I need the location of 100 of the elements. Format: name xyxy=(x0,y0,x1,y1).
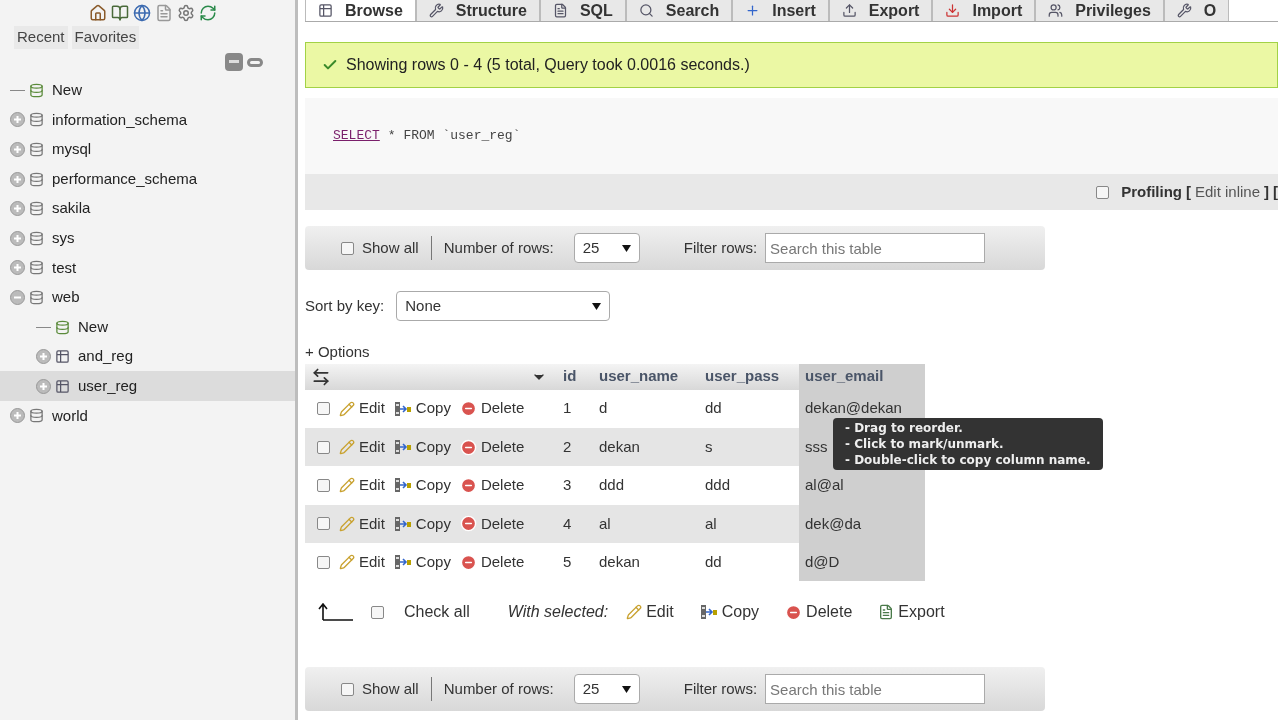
tree-item[interactable]: information_schema xyxy=(52,108,188,132)
sql-keyword-link[interactable]: SELECT xyxy=(333,126,380,146)
pencil-icon xyxy=(339,515,355,532)
rows-select[interactable]: 25 xyxy=(573,674,640,705)
filter-field[interactable]: Search this table xyxy=(765,233,986,263)
row-action-link[interactable]: Copy xyxy=(393,397,451,420)
tree-item[interactable]: sys xyxy=(52,227,75,250)
edit-inline-link[interactable]: Edit inline xyxy=(1194,180,1260,204)
up-arrow-icon xyxy=(317,602,353,623)
row-action-link[interactable]: Delete xyxy=(459,512,525,536)
collapse-all-icon[interactable] xyxy=(225,52,243,71)
row-action-link[interactable]: Edit xyxy=(339,397,385,420)
row-action-link[interactable]: Copy xyxy=(393,512,451,536)
tab[interactable]: Structure xyxy=(415,0,540,21)
tree-item[interactable]: world xyxy=(52,404,88,428)
check-all-checkbox[interactable] xyxy=(371,605,384,619)
expand-icon[interactable] xyxy=(10,171,25,187)
row-checkbox[interactable] xyxy=(317,555,330,569)
row-checkbox[interactable] xyxy=(317,402,330,416)
document-icon[interactable] xyxy=(154,4,173,22)
sidebar-tab[interactable]: Favorites xyxy=(71,26,140,49)
tree-item[interactable]: New xyxy=(52,79,82,102)
tab[interactable]: Privileges xyxy=(1035,0,1164,21)
expand-icon[interactable] xyxy=(10,408,25,424)
show-all-label[interactable]: Show all xyxy=(362,678,419,701)
tab[interactable]: O xyxy=(1163,0,1230,21)
copy-icon xyxy=(393,400,412,417)
table-icon xyxy=(318,3,333,18)
tab[interactable]: SQL xyxy=(539,0,626,21)
tree-item[interactable]: web xyxy=(52,286,80,309)
row-action-link[interactable]: Delete xyxy=(459,474,525,497)
row-checkbox[interactable] xyxy=(317,478,330,492)
column-resize-icon[interactable] xyxy=(311,366,331,387)
tab[interactable]: Export xyxy=(828,0,933,21)
copy-icon xyxy=(393,515,412,532)
profiling-label[interactable]: Profiling xyxy=(1121,180,1182,204)
expand-icon[interactable] xyxy=(10,112,25,128)
row-checkbox[interactable] xyxy=(317,440,330,454)
tab[interactable]: Browse xyxy=(305,0,416,21)
tab[interactable]: Search xyxy=(625,0,733,21)
settings-icon[interactable] xyxy=(176,4,195,22)
expand-icon[interactable] xyxy=(10,201,25,217)
show-all-checkbox[interactable] xyxy=(341,682,354,696)
expand-icon[interactable] xyxy=(36,349,51,365)
column-header[interactable]: user_email xyxy=(799,363,925,390)
row-action-link[interactable]: Edit xyxy=(339,551,385,574)
options-link[interactable]: + Options xyxy=(305,341,1278,364)
bulk-action-link[interactable]: Delete xyxy=(785,600,853,625)
row-checkbox[interactable] xyxy=(317,517,330,531)
tree-item[interactable]: New xyxy=(78,315,108,339)
rows-select[interactable]: 25 xyxy=(573,233,640,263)
delete-icon xyxy=(459,515,477,533)
table-icon xyxy=(55,349,70,365)
expand-icon[interactable] xyxy=(36,378,51,394)
tree-item[interactable]: test xyxy=(52,256,77,280)
column-header[interactable]: id xyxy=(557,363,593,390)
database-icon xyxy=(29,260,44,276)
show-all-label[interactable]: Show all xyxy=(362,236,419,260)
row-action-link[interactable]: Delete xyxy=(459,435,525,459)
bulk-action-link[interactable]: Edit xyxy=(626,600,674,625)
tab[interactable]: Import xyxy=(932,0,1036,21)
table-cell: d@D xyxy=(799,543,925,582)
check-all-label[interactable]: Check all xyxy=(404,600,470,625)
tree-item[interactable]: mysql xyxy=(52,138,92,161)
tree-item[interactable]: sakila xyxy=(52,197,91,220)
show-all-checkbox[interactable] xyxy=(341,241,354,255)
collapse-icon[interactable] xyxy=(10,289,25,305)
column-header[interactable]: user_name xyxy=(593,363,699,390)
sidebar-tab[interactable]: Recent xyxy=(14,26,68,49)
row-action-link[interactable]: Copy xyxy=(393,435,451,459)
expand-icon[interactable] xyxy=(10,260,25,276)
database-icon xyxy=(29,142,44,157)
expand-icon[interactable] xyxy=(10,230,25,246)
tree-item[interactable]: user_reg xyxy=(78,375,138,398)
wrench-icon xyxy=(1176,3,1192,18)
bracket-text: [ xyxy=(1185,181,1191,202)
tree-item[interactable]: performance_schema xyxy=(52,167,198,191)
profiling-checkbox[interactable] xyxy=(1096,185,1110,199)
bulk-action-link[interactable]: Export xyxy=(878,600,945,625)
sort-select[interactable]: None xyxy=(396,291,611,321)
row-action-link[interactable]: Delete xyxy=(459,397,525,420)
row-action-link[interactable]: Edit xyxy=(339,435,385,459)
column-header[interactable]: user_pass xyxy=(699,363,799,390)
tab[interactable]: Insert xyxy=(732,0,829,21)
filter-field[interactable]: Search this table xyxy=(765,674,986,705)
book-icon[interactable] xyxy=(110,4,129,22)
expand-icon[interactable] xyxy=(10,142,25,157)
table-cell-text: s xyxy=(704,436,714,457)
row-action-link[interactable]: Copy xyxy=(393,474,451,497)
home-icon[interactable] xyxy=(88,4,107,22)
reload-icon[interactable] xyxy=(198,4,217,22)
row-action-link[interactable]: Delete xyxy=(459,551,525,574)
bulk-action-link[interactable]: Copy xyxy=(699,600,760,625)
row-action-link[interactable]: Edit xyxy=(339,512,385,536)
pencil-icon xyxy=(339,477,355,494)
row-action-link[interactable]: Copy xyxy=(393,551,451,574)
tree-item[interactable]: and_reg xyxy=(78,345,134,368)
caret-icon xyxy=(621,685,631,693)
row-action-link[interactable]: Edit xyxy=(339,474,385,497)
globe-icon[interactable] xyxy=(132,4,151,22)
